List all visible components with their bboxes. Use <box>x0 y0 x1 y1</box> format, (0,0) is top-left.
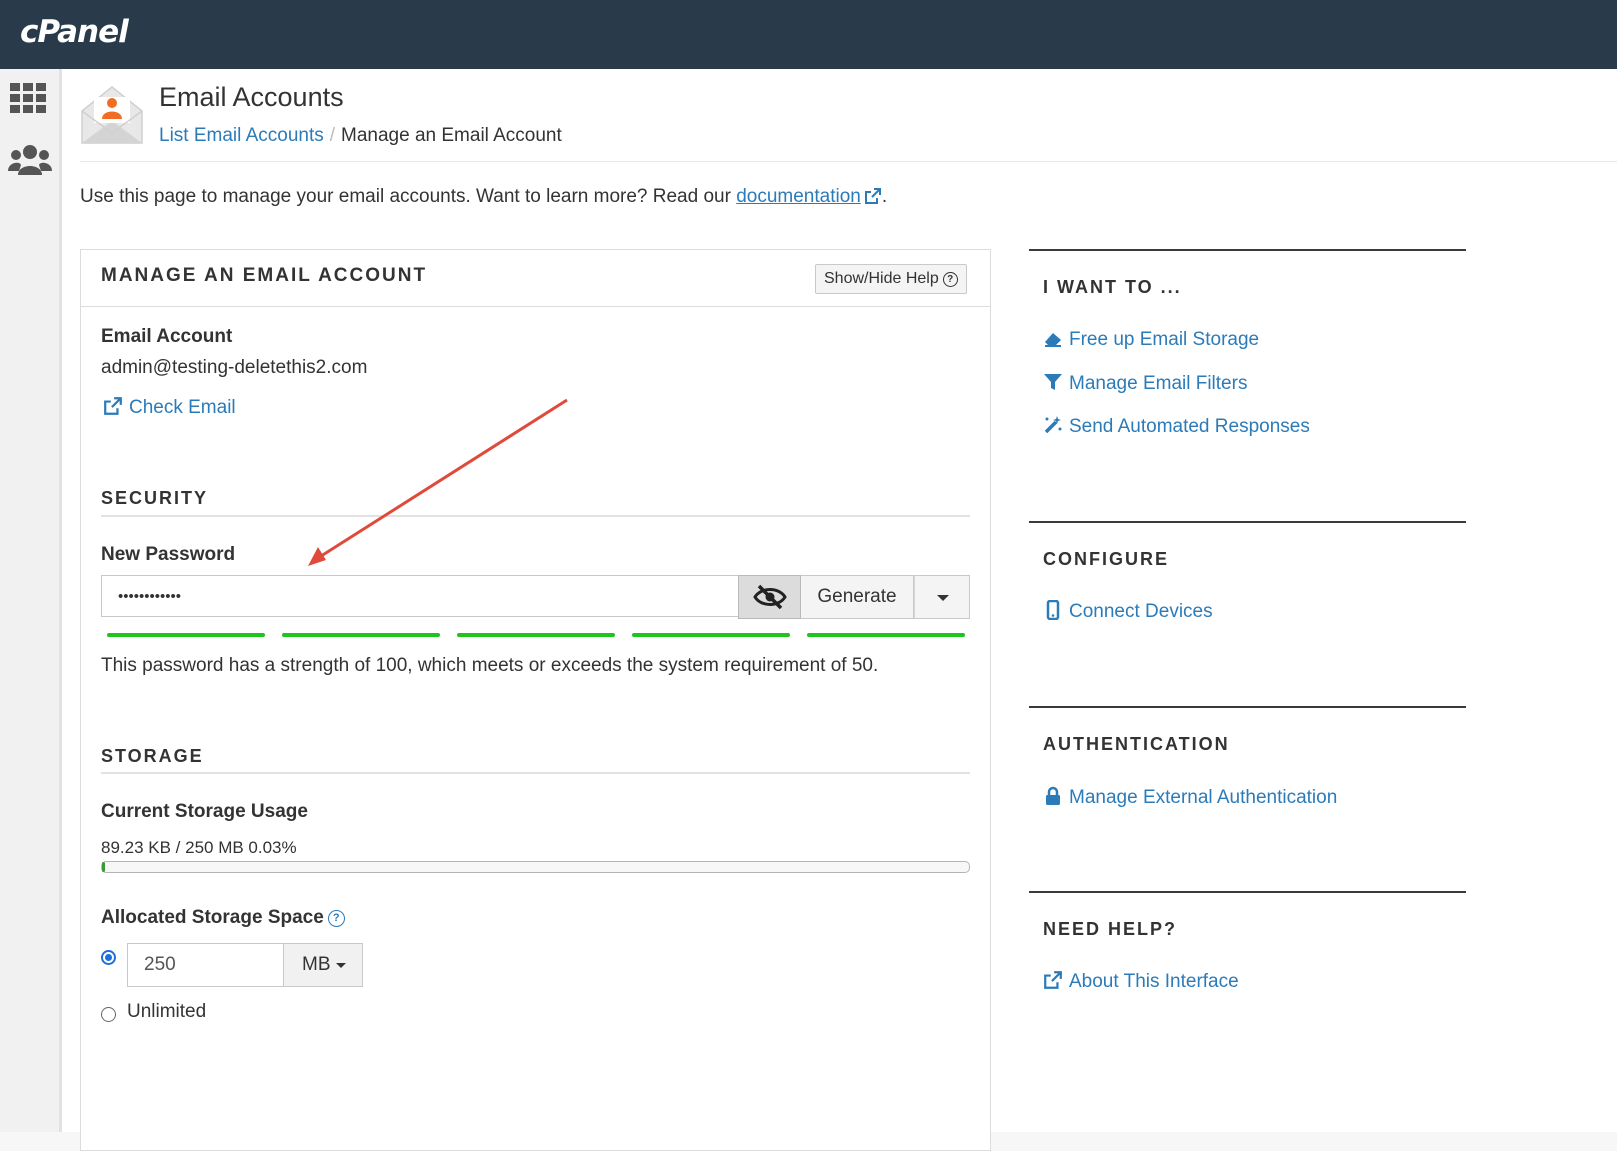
strength-segment <box>457 633 615 637</box>
sidebar-link-label: Send Automated Responses <box>1069 416 1310 437</box>
external-link-icon <box>864 187 882 211</box>
storage-unit-dropdown[interactable]: MB <box>284 943 363 987</box>
storage-unit-label: MB <box>302 954 331 975</box>
storage-divider <box>101 772 970 774</box>
sidebar-link-label: Connect Devices <box>1069 601 1213 622</box>
toggle-password-visibility-button[interactable] <box>738 575 801 619</box>
caret-down-icon <box>937 595 949 601</box>
help-question-icon[interactable]: ? <box>327 910 345 927</box>
lock-icon <box>1046 786 1060 805</box>
breadcrumb-list-email-accounts[interactable]: List Email Accounts <box>159 125 324 146</box>
storage-usage-value: 89.23 KB / 250 MB 0.03% <box>101 838 297 857</box>
breadcrumb-current: Manage an Email Account <box>341 125 562 146</box>
security-section-title: SECURITY <box>101 488 209 508</box>
eye-slash-icon <box>753 584 787 610</box>
sidebar-link-label: About This Interface <box>1069 971 1239 992</box>
sidebar-title: AUTHENTICATION <box>1043 734 1230 754</box>
storage-usage-bar <box>101 861 970 873</box>
intro-sentence: Use this page to manage your email accou… <box>80 186 737 207</box>
header-divider <box>80 161 1617 162</box>
allocated-size-radio[interactable] <box>101 950 116 965</box>
cpanel-logo[interactable]: cPanel <box>20 14 129 50</box>
send-automated-responses-link[interactable]: Send Automated Responses <box>1043 415 1310 438</box>
generate-options-dropdown[interactable] <box>914 575 970 619</box>
sidebar-title: CONFIGURE <box>1043 549 1169 569</box>
about-this-interface-link[interactable]: About This Interface <box>1043 970 1239 993</box>
allocated-storage-input[interactable]: 250 <box>127 943 284 987</box>
sidebar-link-label: Manage External Authentication <box>1069 787 1338 808</box>
sidebar-divider <box>1029 891 1466 893</box>
caret-down-icon <box>336 963 346 968</box>
breadcrumb: List Email Accounts / Manage an Email Acco… <box>159 125 562 147</box>
manage-email-filters-link[interactable]: Manage Email Filters <box>1043 372 1247 395</box>
panel-title: MANAGE AN EMAIL ACCOUNT <box>101 265 428 286</box>
unlimited-radio[interactable] <box>101 1007 116 1022</box>
breadcrumb-separator: / <box>329 125 336 146</box>
manage-account-panel: MANAGE AN EMAIL ACCOUNT Show/Hide Help? … <box>80 249 991 1151</box>
sidebar-divider <box>1029 249 1466 251</box>
current-storage-usage-label: Current Storage Usage <box>101 801 308 822</box>
side-nav <box>0 69 62 1132</box>
users-icon[interactable] <box>8 143 52 182</box>
show-hide-help-button[interactable]: Show/Hide Help? <box>815 264 967 294</box>
sidebar-title: I WANT TO ... <box>1043 277 1182 297</box>
external-link-icon <box>104 397 122 415</box>
free-up-email-storage-link[interactable]: Free up Email Storage <box>1043 329 1259 351</box>
security-divider <box>101 515 970 517</box>
password-strength-text: This password has a strength of 100, whi… <box>101 655 879 676</box>
sidebar-divider <box>1029 706 1466 708</box>
strength-segment <box>282 633 440 637</box>
main-content: Email Accounts List Email Accounts / Manag… <box>62 69 1617 1151</box>
sidebar-link-label: Free up Email Storage <box>1069 329 1260 350</box>
email-accounts-icon <box>80 83 144 152</box>
generate-password-button[interactable]: Generate <box>801 575 914 619</box>
allocated-storage-label: Allocated Storage Space? <box>101 907 345 929</box>
documentation-link[interactable]: documentation <box>736 186 861 207</box>
check-email-link[interactable]: Check Email <box>103 396 236 419</box>
grid-apps-icon[interactable] <box>8 81 48 120</box>
sidebar-title: NEED HELP? <box>1043 919 1178 939</box>
mobile-phone-icon <box>1046 599 1060 621</box>
sidebar-divider <box>1029 521 1466 523</box>
email-account-value: admin@testing-deletethis2.com <box>101 357 368 378</box>
strength-segment <box>632 633 790 637</box>
email-account-label: Email Account <box>101 326 233 347</box>
top-bar: cPanel <box>0 0 1617 69</box>
page-title: Email Accounts <box>159 82 344 112</box>
new-password-input[interactable]: •••••••••••• <box>101 575 738 617</box>
unlimited-label: Unlimited <box>127 1001 207 1022</box>
check-email-label: Check Email <box>129 397 236 418</box>
external-link-icon <box>1044 971 1062 989</box>
allocated-storage-text: Allocated Storage Space <box>101 907 324 928</box>
connect-devices-link[interactable]: Connect Devices <box>1043 599 1213 623</box>
new-password-label: New Password <box>101 544 236 565</box>
storage-section-title: STORAGE <box>101 746 204 766</box>
manage-external-authentication-link[interactable]: Manage External Authentication <box>1043 786 1337 809</box>
magic-wand-icon <box>1044 416 1062 434</box>
intro-suffix: . <box>881 186 888 207</box>
strength-segment <box>807 633 965 637</box>
strength-segment <box>107 633 265 637</box>
panel-header: MANAGE AN EMAIL ACCOUNT Show/Hide Help? <box>81 250 990 307</box>
storage-usage-fill <box>102 862 105 872</box>
help-button-label: Show/Hide Help <box>824 270 939 287</box>
question-circle-icon: ? <box>942 272 958 287</box>
sidebar-link-label: Manage Email Filters <box>1069 373 1248 394</box>
eraser-icon <box>1045 333 1061 347</box>
filter-icon <box>1044 374 1062 390</box>
intro-text: Use this page to manage your email accou… <box>80 186 887 211</box>
